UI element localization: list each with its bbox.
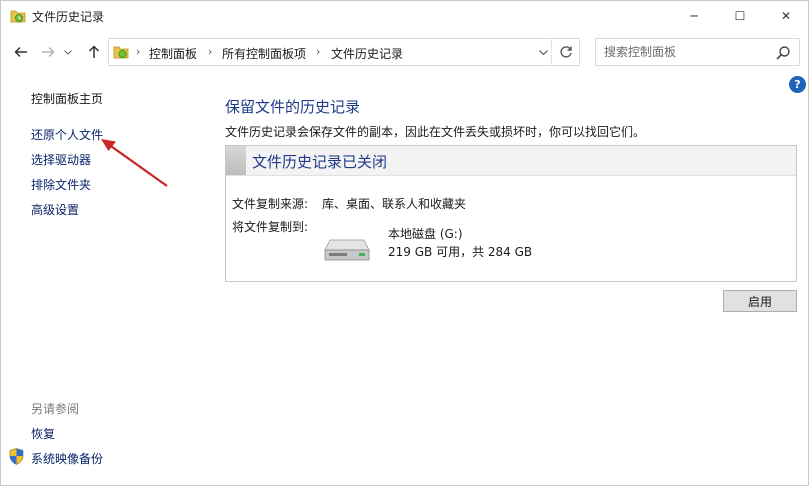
shield-icon [9, 448, 24, 465]
title-bar: 文件历史记录 ─ ☐ ✕ [1, 1, 808, 32]
breadcrumb-control-panel[interactable]: 控制面板 [149, 45, 197, 62]
chevron-down-icon [538, 49, 548, 55]
breadcrumb-separator: › [136, 45, 141, 58]
refresh-icon [559, 46, 572, 58]
maximize-button[interactable]: ☐ [717, 1, 763, 31]
search-box[interactable] [595, 38, 800, 66]
status-panel-header: 文件历史记录已关闭 [226, 146, 796, 176]
breadcrumb-all-items[interactable]: 所有控制面板项 [222, 45, 306, 62]
sidebar: 控制面板主页 还原个人文件 选择驱动器 排除文件夹 高级设置 另请参阅 恢复 系… [1, 72, 221, 486]
minimize-button[interactable]: ─ [671, 1, 717, 31]
drive-space: 219 GB 可用，共 284 GB [388, 245, 533, 259]
minimize-icon: ─ [690, 9, 698, 23]
hard-drive-icon [324, 239, 370, 261]
sidebar-item-system-image-backup[interactable]: 系统映像备份 [31, 450, 103, 467]
status-title: 文件历史记录已关闭 [252, 153, 388, 171]
recent-locations-button[interactable] [61, 41, 75, 63]
sidebar-item-exclude-folders[interactable]: 排除文件夹 [31, 176, 91, 193]
control-panel-icon [113, 46, 129, 59]
address-bar[interactable]: › 控制面板 › 所有控制面板项 › 文件历史记录 [108, 38, 580, 66]
search-icon[interactable] [775, 45, 791, 61]
search-input[interactable] [604, 44, 769, 60]
up-button[interactable] [83, 41, 105, 63]
close-button[interactable]: ✕ [763, 1, 809, 31]
file-history-window: 文件历史记录 ─ ☐ ✕ › 控制面板 › 所有控制面板项 › 文件历史记录 搜… [0, 0, 809, 486]
annotation-arrow [101, 139, 168, 187]
breadcrumb-file-history[interactable]: 文件历史记录 [331, 45, 403, 62]
maximize-icon: ☐ [734, 9, 746, 23]
sidebar-home-link[interactable]: 控制面板主页 [31, 90, 103, 107]
arrow-left-icon [14, 46, 27, 58]
chevron-down-icon [64, 49, 72, 55]
destination-label: 将文件复制到: [232, 220, 309, 234]
status-panel: 文件历史记录已关闭 文件复制来源: 库、桌面、联系人和收藏夹 将文件复制到: 本… [225, 145, 797, 282]
status-indicator-bar [226, 146, 246, 175]
window-title: 文件历史记录 [32, 10, 105, 24]
source-value: 库、桌面、联系人和收藏夹 [322, 197, 467, 211]
refresh-button[interactable] [551, 39, 579, 65]
enable-button[interactable]: 启用 [723, 290, 797, 312]
breadcrumb-separator[interactable]: › [316, 45, 320, 58]
forward-button[interactable] [37, 41, 59, 63]
sidebar-item-recovery[interactable]: 恢复 [31, 425, 55, 442]
page-title: 保留文件的历史记录 [225, 98, 361, 116]
sidebar-item-restore-files[interactable]: 还原个人文件 [31, 126, 103, 143]
drive-name: 本地磁盘 (G:) [388, 227, 463, 241]
sidebar-item-select-drive[interactable]: 选择驱动器 [31, 151, 91, 168]
arrow-right-icon [42, 46, 55, 58]
source-label: 文件复制来源: [232, 197, 309, 211]
sidebar-item-advanced-settings[interactable]: 高级设置 [31, 201, 79, 218]
breadcrumb-separator[interactable]: › [208, 45, 212, 58]
page-description: 文件历史记录会保存文件的副本，因此在文件丢失或损坏时，你可以找回它们。 [225, 125, 646, 139]
arrow-up-icon [88, 45, 100, 58]
close-icon: ✕ [780, 9, 792, 23]
help-icon: ? [794, 78, 801, 91]
see-also-heading: 另请参阅 [31, 402, 80, 416]
file-history-app-icon [10, 10, 26, 23]
address-history-button[interactable] [534, 39, 552, 65]
back-button[interactable] [10, 41, 32, 63]
help-button[interactable]: ? [789, 76, 806, 93]
